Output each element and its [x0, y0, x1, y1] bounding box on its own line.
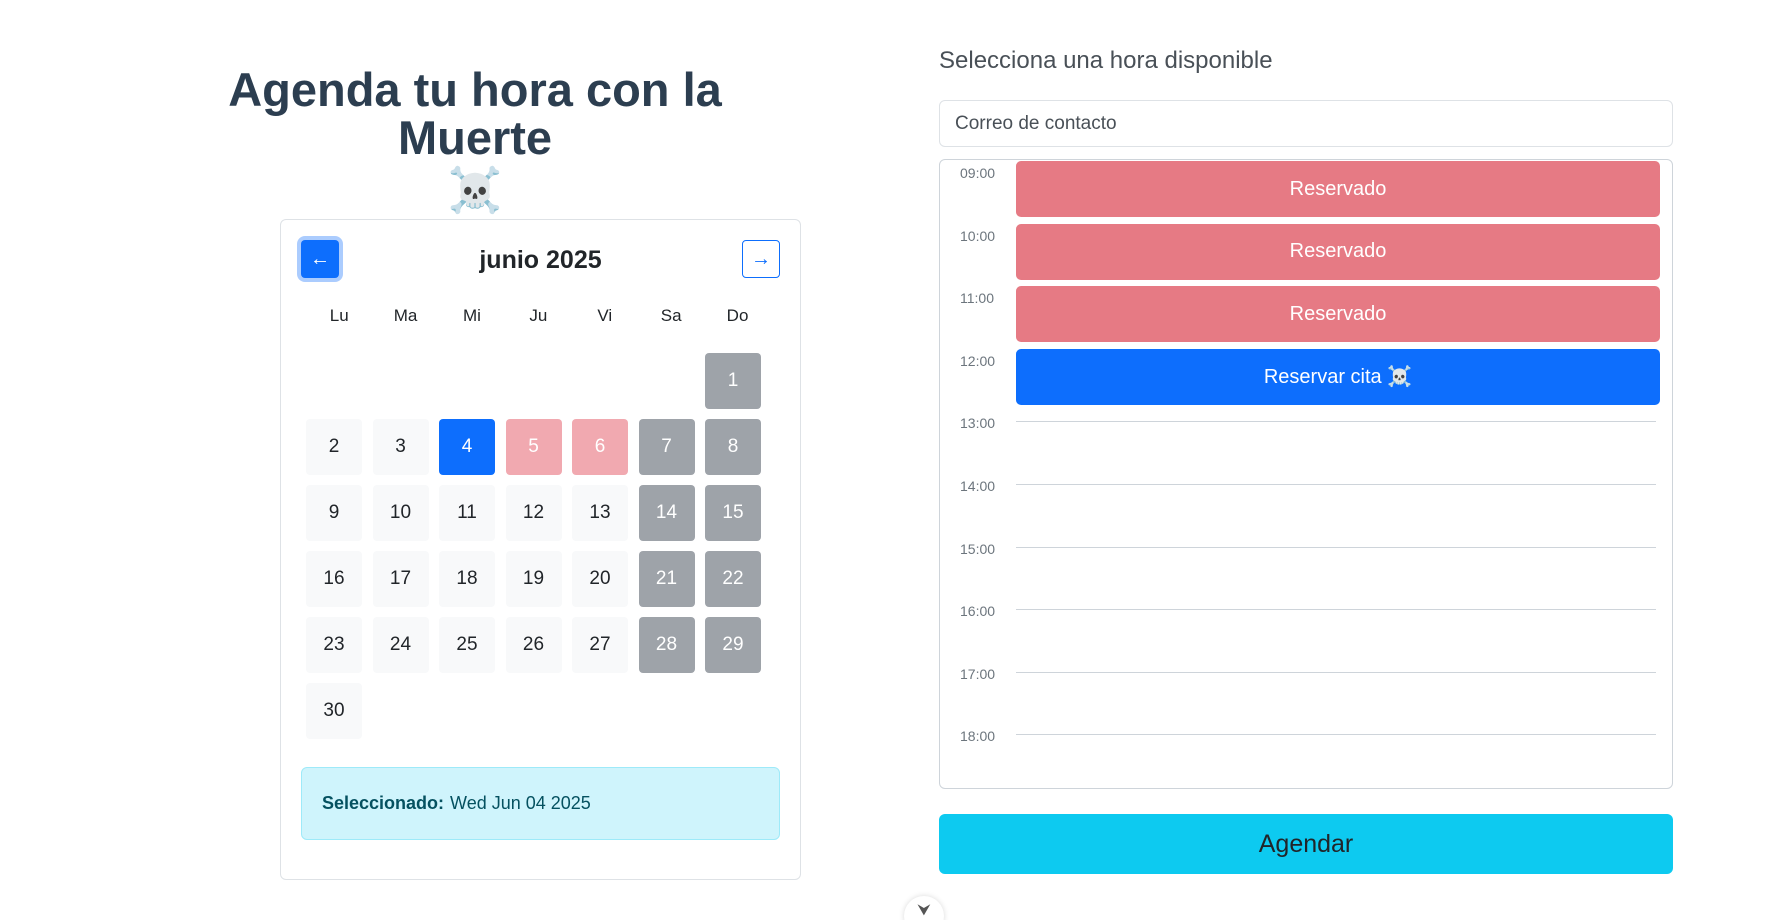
time-slot-row: 17:00 [940, 661, 1672, 724]
time-slot-row: 18:00 [940, 723, 1672, 786]
weekday-header: Lu Ma Mi Ju Vi Sa Do [306, 306, 771, 326]
day-cell: 8 [705, 419, 761, 475]
day-cell: 21 [638, 551, 695, 607]
schedule-button[interactable]: Agendar [939, 814, 1673, 874]
weekday-label: Sa [660, 306, 682, 325]
weekday-label: Ma [393, 306, 418, 325]
day-cell[interactable]: 16 [306, 551, 362, 607]
time-label: 16:00 [960, 603, 996, 620]
time-label: 15:00 [960, 540, 996, 557]
time-label: 11:00 [960, 290, 994, 307]
weekday-label: Lu [329, 306, 349, 325]
day-cell[interactable]: 30 [306, 683, 362, 739]
page: Agenda tu hora con la Muerte ☠️ ← junio … [0, 0, 1792, 920]
day-cell[interactable]: 24 [372, 617, 429, 673]
day-cell[interactable]: 13 [572, 485, 628, 541]
schedule-heading: Selecciona una hora disponible [939, 47, 1273, 74]
day-cell[interactable]: 3 [372, 419, 429, 475]
weekday-label: Do [726, 306, 749, 325]
day-cell: 6 [572, 419, 628, 475]
booked-slot[interactable]: Reservado [1016, 223, 1660, 280]
page-title: Agenda tu hora con la Muerte ☠️ [175, 66, 775, 216]
hour-divider [1016, 421, 1656, 423]
day-cell[interactable]: 25 [439, 617, 495, 673]
day-cell[interactable]: 18 [439, 551, 495, 607]
day-cell[interactable]: 23 [306, 617, 362, 673]
empty-day-cell [639, 353, 695, 409]
time-slot-row: 16:00 [940, 598, 1672, 661]
booked-slot[interactable]: Reservado [1016, 161, 1660, 217]
page-title-text: Agenda tu hora con la Muerte [228, 63, 722, 164]
skull-icon: ☠️ [447, 166, 503, 215]
weekday-label: Ju [529, 306, 548, 325]
time-slot-row: 11:00 Reservado [940, 285, 1672, 348]
empty-day-cell [506, 353, 562, 409]
day-cell[interactable]: 11 [439, 485, 495, 541]
time-label: 17:00 [960, 665, 996, 682]
calendar: ← junio 2025 → Lu Ma Mi Ju Vi Sa Do 1234567891… [280, 219, 801, 880]
time-label: 09:00 [960, 165, 996, 181]
hour-divider [1016, 671, 1656, 673]
day-cell[interactable]: 17 [372, 551, 429, 607]
booked-slot[interactable]: Reservado [1016, 286, 1660, 343]
time-label: 13:00 [960, 415, 996, 432]
time-label: 12:00 [960, 352, 996, 369]
day-cell: 29 [705, 617, 761, 673]
day-cell[interactable]: 27 [572, 617, 628, 673]
next-month-button[interactable]: → [742, 240, 780, 278]
day-cell: 15 [705, 485, 761, 541]
day-cell: 7 [638, 419, 695, 475]
hour-divider [1016, 484, 1656, 485]
day-cell: 28 [638, 617, 695, 673]
time-slot-row: 09:00 Reservado [940, 160, 1672, 223]
day-cell: 1 [705, 353, 761, 409]
selected-date-alert: Seleccionado: Wed Jun 04 2025 [301, 767, 780, 840]
day-cell: 14 [638, 485, 695, 541]
month-label: junio 2025 [479, 246, 602, 274]
time-slot-row: 15:00 [940, 536, 1672, 599]
day-cell[interactable]: 19 [505, 551, 562, 607]
hour-divider [1016, 546, 1656, 548]
time-label: 10:00 [960, 227, 996, 244]
day-cell[interactable]: 20 [572, 551, 628, 607]
selected-date-label: Seleccionado: [322, 793, 445, 813]
weekday-label: Vi [597, 306, 613, 325]
time-slot-row: 12:00 Reservar cita ☠️ [940, 348, 1672, 411]
hour-divider [1016, 734, 1656, 736]
day-cell[interactable]: 2 [306, 419, 362, 475]
time-slot-row: 13:00 [940, 410, 1672, 473]
time-label: 18:00 [960, 728, 996, 745]
day-cell[interactable]: 4 [439, 419, 495, 475]
time-slot-list: 09:00 Reservado 10:00 Reservado 11:00 Reserva… [939, 159, 1673, 789]
day-cell: 5 [505, 419, 562, 475]
book-appointment-button[interactable]: Reservar cita ☠️ [1016, 348, 1660, 405]
email-field[interactable] [939, 100, 1673, 147]
day-cell[interactable]: 9 [306, 485, 362, 541]
time-slot-row: 10:00 Reservado [940, 223, 1672, 286]
empty-day-cell [306, 353, 362, 409]
day-cell: 22 [705, 551, 761, 607]
day-cell[interactable]: 26 [505, 617, 562, 673]
day-cell[interactable]: 12 [505, 485, 562, 541]
time-slot-row: 14:00 [940, 473, 1672, 536]
weekday-label: Mi [463, 306, 481, 325]
empty-day-cell [373, 353, 429, 409]
empty-day-cell [439, 353, 495, 409]
scroll-down-icon[interactable]: ⮟ [904, 896, 944, 920]
day-cell[interactable]: 10 [372, 485, 429, 541]
days-grid: 1 2 3 4 5 6 7 8 9 10 11 12 13 14 15 16 17 18 19 20 21 22 23 24 2… [306, 353, 771, 739]
empty-day-cell [572, 353, 628, 409]
time-label: 14:00 [960, 478, 996, 494]
hour-divider [1016, 609, 1656, 611]
selected-date-value: Wed Jun 04 2025 [450, 793, 591, 813]
